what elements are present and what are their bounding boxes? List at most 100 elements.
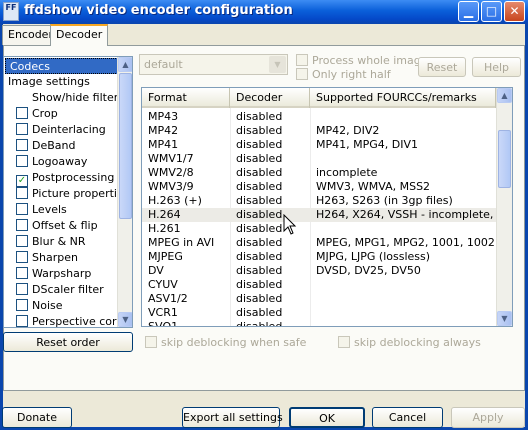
filter-item[interactable]: Codecs — [5, 58, 118, 74]
checkbox-icon[interactable] — [16, 251, 28, 263]
filter-item-label: Codecs — [10, 60, 50, 73]
table-row[interactable]: DV disabled DVSD, DV25, DV50 — [142, 264, 496, 278]
scroll-down-icon[interactable]: ▼ — [118, 312, 132, 327]
cell-decoder: disabled — [236, 124, 283, 137]
filter-item-label: Offset & flip — [32, 219, 98, 232]
table-row[interactable]: VCR1 disabled — [142, 306, 496, 320]
export-all-settings-button[interactable]: Export all settings — [182, 407, 283, 428]
filter-item[interactable]: Image settings — [4, 74, 90, 90]
table-row[interactable]: MP41 disabled MP41, MPG4, DIV1 — [142, 138, 496, 152]
table-row[interactable]: WMV2/8 disabled incomplete — [142, 166, 496, 180]
filter-item[interactable]: Deinterlacing — [4, 122, 106, 138]
reset-order-button[interactable]: Reset order — [3, 332, 133, 352]
filter-list[interactable]: Codecs Image settings Show/hide filters Cro… — [3, 56, 133, 328]
checkbox-icon[interactable] — [16, 315, 28, 327]
preset-select[interactable]: default ▼ — [139, 54, 288, 75]
checkbox-icon[interactable] — [16, 219, 28, 231]
table-row[interactable]: MJPEG disabled MJPG, LJPG (lossless) — [142, 250, 496, 264]
filter-item[interactable]: Crop — [4, 106, 58, 122]
reset-button[interactable]: Reset — [418, 57, 466, 77]
filter-item-label: Logoaway — [32, 155, 88, 168]
checkbox-icon[interactable] — [16, 139, 28, 151]
checkbox-icon[interactable] — [16, 235, 28, 247]
cell-format: MP42 — [148, 124, 179, 137]
filter-item[interactable]: Sharpen — [4, 250, 78, 266]
preset-value: default — [144, 58, 183, 71]
cell-format: DV — [148, 264, 164, 277]
column-header-format[interactable]: Format — [142, 88, 230, 108]
help-button[interactable]: Help — [472, 57, 521, 77]
apply-button[interactable]: Apply — [451, 407, 525, 428]
checkbox-icon[interactable] — [16, 283, 28, 295]
cancel-button[interactable]: Cancel — [372, 407, 443, 428]
table-row[interactable]: ASV1/2 disabled — [142, 292, 496, 306]
cell-format: SVQ1 — [148, 320, 179, 327]
checkbox-icon[interactable] — [16, 267, 28, 279]
cell-format: MP43 — [148, 110, 179, 123]
codecs-table[interactable]: Format Decoder Supported FOURCCs/remarks… — [141, 87, 513, 327]
filter-item[interactable]: Perspective corr. — [4, 314, 123, 327]
filter-item[interactable]: Offset & flip — [4, 218, 98, 234]
filter-item[interactable]: Warpsharp — [4, 266, 91, 282]
table-header: Format Decoder Supported FOURCCs/remarks — [142, 88, 496, 108]
maximize-button[interactable]: □ — [481, 1, 502, 22]
cell-decoder: disabled — [236, 166, 283, 179]
filter-item[interactable]: DeBand — [4, 138, 75, 154]
column-header-decoder[interactable]: Decoder — [230, 88, 310, 108]
only-right-half-checkbox[interactable]: Only right half — [296, 68, 391, 81]
table-row[interactable]: H.264 disabled H264, X264, VSSH - incomple… — [142, 208, 496, 222]
filter-item[interactable]: Picture properties — [4, 186, 129, 202]
scrollbar-thumb[interactable] — [119, 73, 132, 219]
filter-list-scrollbar[interactable]: ▲ ▼ — [117, 57, 132, 327]
codecs-table-scrollbar[interactable]: ▲ ▼ — [496, 88, 512, 326]
scrollbar-thumb[interactable] — [498, 130, 511, 188]
table-row[interactable]: CYUV disabled — [142, 278, 496, 292]
filter-item-label: Picture properties — [32, 187, 130, 200]
minimize-button[interactable]: ▁ — [458, 1, 479, 22]
checkbox-icon[interactable] — [16, 203, 28, 215]
title-bar[interactable]: FF ffdshow video encoder configuration ▁… — [0, 0, 528, 24]
skip-deblocking-always-checkbox[interactable]: skip deblocking always — [338, 336, 481, 349]
filter-item[interactable]: Show/hide filters — [4, 90, 124, 106]
checkbox-icon[interactable] — [16, 155, 28, 167]
donate-button[interactable]: Donate — [2, 407, 72, 428]
filter-item-label: Image settings — [8, 75, 90, 88]
cell-decoder: disabled — [236, 138, 283, 151]
filter-item[interactable]: ✓ Postprocessing — [4, 170, 114, 187]
scroll-up-icon[interactable]: ▲ — [118, 57, 132, 72]
cell-decoder: disabled — [236, 236, 283, 249]
checkbox-icon[interactable] — [16, 123, 28, 135]
filter-item-label: Levels — [32, 203, 67, 216]
table-row[interactable]: WMV3/9 disabled WMV3, WMVA, MSS2 — [142, 180, 496, 194]
table-row[interactable]: SVQ1 disabled — [142, 320, 496, 327]
minimize-icon: ▁ — [463, 4, 474, 18]
ffdshow-app-icon: FF — [3, 2, 19, 21]
filter-item[interactable]: Noise — [4, 298, 63, 314]
cell-format: MP41 — [148, 138, 179, 151]
checkbox-icon[interactable] — [16, 107, 28, 119]
column-header-remarks[interactable]: Supported FOURCCs/remarks — [310, 88, 496, 108]
tab-decoder[interactable]: Decoder — [50, 24, 109, 46]
cell-decoder: disabled — [236, 278, 283, 291]
scroll-up-icon[interactable]: ▲ — [497, 88, 512, 103]
cell-decoder: disabled — [236, 152, 283, 165]
cell-format: H.261 — [148, 222, 181, 235]
close-button[interactable]: ✕ — [504, 1, 525, 22]
checkbox-icon[interactable] — [16, 299, 28, 311]
process-whole-image-checkbox[interactable]: Process whole image — [296, 54, 428, 67]
filter-item[interactable]: Levels — [4, 202, 67, 218]
scroll-down-icon[interactable]: ▼ — [497, 311, 512, 326]
table-row[interactable]: MPEG in AVI disabled MPEG, MPG1, MPG2, 100… — [142, 236, 496, 250]
table-row[interactable]: H.263 (+) disabled H263, S263 (in 3gp file… — [142, 194, 496, 208]
table-row[interactable]: MP42 disabled MP42, DIV2 — [142, 124, 496, 138]
filter-item[interactable]: Blur & NR — [4, 234, 86, 250]
cell-format: ASV1/2 — [148, 292, 188, 305]
table-row[interactable]: H.261 disabled — [142, 222, 496, 236]
filter-item[interactable]: Logoaway — [4, 154, 87, 170]
filter-item[interactable]: DScaler filter — [4, 282, 104, 298]
checkbox-icon[interactable] — [16, 187, 28, 199]
table-row[interactable]: WMV1/7 disabled — [142, 152, 496, 166]
ok-button[interactable]: OK — [289, 407, 365, 428]
table-row[interactable]: MP43 disabled — [142, 110, 496, 124]
skip-deblocking-safe-checkbox[interactable]: skip deblocking when safe — [145, 336, 306, 349]
